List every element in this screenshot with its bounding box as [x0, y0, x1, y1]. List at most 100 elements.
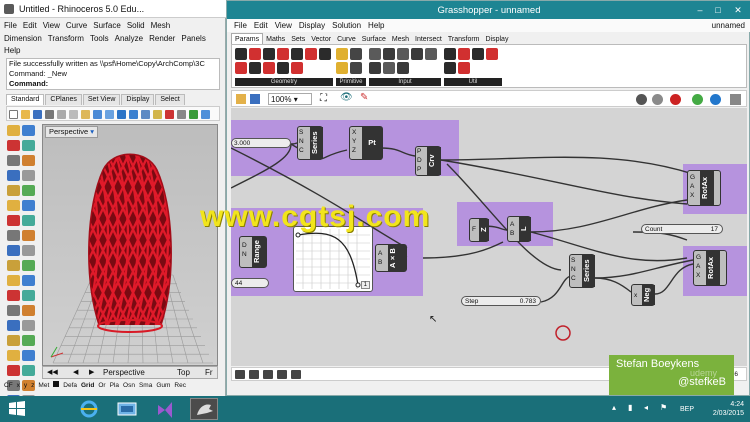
number-slider[interactable]: 3.000: [231, 138, 291, 148]
grasshopper-canvas[interactable]: 3.000 SNC Series XYZ Pt PDP Crv DN Range…: [231, 108, 747, 366]
status-grid-snap[interactable]: Grid: [81, 382, 94, 389]
rhino-menu-tools[interactable]: Tools: [90, 34, 109, 43]
rhino-menu-surface[interactable]: Surface: [93, 21, 121, 30]
print-icon[interactable]: [45, 110, 54, 119]
rhino-tool-icon[interactable]: [7, 365, 20, 376]
status-widget-icon[interactable]: [235, 370, 245, 379]
component-icon[interactable]: [369, 62, 381, 74]
rhino-tool-icon[interactable]: [22, 230, 35, 241]
component-icon[interactable]: [277, 62, 289, 74]
component-icon[interactable]: [336, 62, 348, 74]
rhino-tool-icon[interactable]: [22, 140, 35, 151]
rhino-tool-icon[interactable]: [22, 275, 35, 286]
rhino-menu-dimension[interactable]: Dimension: [4, 34, 42, 43]
component-icon[interactable]: [369, 48, 381, 60]
component-icon[interactable]: [336, 48, 348, 60]
component-icon[interactable]: [263, 62, 275, 74]
rhino-tool-icon[interactable]: [7, 125, 20, 136]
open-file-icon[interactable]: [236, 94, 246, 104]
component-icon[interactable]: [383, 62, 395, 74]
document-name[interactable]: unnamed: [712, 19, 745, 32]
undo-icon[interactable]: [93, 110, 102, 119]
status-record-history[interactable]: Rec: [174, 382, 186, 389]
component-icon[interactable]: [350, 48, 362, 60]
component-icon[interactable]: [319, 48, 331, 60]
close-icon[interactable]: ✕: [731, 4, 745, 16]
component-icon[interactable]: [277, 48, 289, 60]
start-windows-icon[interactable]: [6, 398, 34, 420]
unit-z-component[interactable]: F Z: [469, 218, 489, 242]
gh-menu-help[interactable]: Help: [368, 21, 384, 30]
range-component[interactable]: DN Range: [239, 236, 267, 268]
command-prompt[interactable]: Command:: [9, 79, 219, 89]
rhino-tool-icon[interactable]: [22, 170, 35, 181]
rhino-tool-icon[interactable]: [7, 245, 20, 256]
properties-icon[interactable]: [177, 110, 186, 119]
component-icon[interactable]: [444, 62, 456, 74]
gh-menu-edit[interactable]: Edit: [254, 21, 268, 30]
series-component[interactable]: SNC Series: [569, 254, 595, 288]
copy-icon[interactable]: [69, 110, 78, 119]
rhino-tool-icon[interactable]: [7, 350, 20, 361]
component-icon[interactable]: [305, 48, 317, 60]
rhino-tool-icon[interactable]: [7, 185, 20, 196]
graph-mapper[interactable]: 1: [293, 226, 373, 292]
rhino-tool-icon[interactable]: [22, 215, 35, 226]
preview-selected-icon[interactable]: [670, 94, 681, 105]
tab-top-viewport[interactable]: Top: [177, 368, 190, 377]
rhino-tool-icon[interactable]: [7, 290, 20, 301]
rhino-tool-icon[interactable]: [22, 365, 35, 376]
viewport-nav-next-icon[interactable]: ▶: [89, 368, 94, 376]
rhino-tool-icon[interactable]: [22, 155, 35, 166]
range-number-input[interactable]: 44: [231, 278, 269, 288]
gh-menu-file[interactable]: File: [234, 21, 247, 30]
status-layer[interactable]: Defa: [63, 382, 77, 389]
rhino-tool-icon[interactable]: [7, 170, 20, 181]
pan-icon[interactable]: [105, 110, 114, 119]
component-icon[interactable]: [472, 48, 484, 60]
rhino-tool-icon[interactable]: [22, 260, 35, 271]
document-preview-icon[interactable]: [692, 94, 703, 105]
rhino-menu-mesh[interactable]: Mesh: [151, 21, 171, 30]
zoom-extents-icon[interactable]: ⛶: [320, 94, 327, 104]
cut-icon[interactable]: [57, 110, 66, 119]
rhino-menu-solid[interactable]: Solid: [127, 21, 145, 30]
rhino-menu-file[interactable]: File: [4, 21, 17, 30]
tab-set-view[interactable]: Set View: [82, 94, 121, 105]
layer-icon[interactable]: [165, 110, 174, 119]
zoom-level-dropdown[interactable]: 100% ▾: [268, 93, 312, 105]
select-icon[interactable]: [153, 110, 162, 119]
status-widget-icon[interactable]: [263, 370, 273, 379]
count-slider[interactable]: Count 17: [641, 224, 723, 234]
rhino-tool-icon[interactable]: [22, 200, 35, 211]
rhino-tool-icon[interactable]: [22, 245, 35, 256]
new-file-icon[interactable]: [9, 110, 18, 119]
rotate-axis-component[interactable]: GAX RotAx: [687, 170, 721, 206]
maximize-icon[interactable]: □: [711, 4, 725, 16]
status-gumball[interactable]: Gum: [156, 382, 170, 389]
tray-network-icon[interactable]: ▮: [628, 403, 638, 413]
status-widget-icon[interactable]: [291, 370, 301, 379]
visual-studio-icon[interactable]: [154, 398, 182, 420]
rhino-taskbar-icon[interactable]: [190, 398, 218, 420]
zoom-extents-icon[interactable]: [141, 110, 150, 119]
component-icon[interactable]: [235, 48, 247, 60]
paste-icon[interactable]: [81, 110, 90, 119]
rhino-tool-icon[interactable]: [7, 215, 20, 226]
rhino-menu-analyze[interactable]: Analyze: [115, 34, 143, 43]
options-icon[interactable]: [201, 110, 210, 119]
rotate-view-icon[interactable]: [117, 110, 126, 119]
tab-front-viewport[interactable]: Fr: [205, 368, 213, 377]
series-component[interactable]: SNC Series: [297, 126, 323, 160]
multiplication-component[interactable]: AB A×B: [375, 244, 407, 272]
rhino-tool-icon[interactable]: [7, 335, 20, 346]
render-icon[interactable]: [189, 110, 198, 119]
tab-select[interactable]: Select: [155, 94, 185, 105]
preview-eye-icon[interactable]: 👁: [340, 93, 353, 103]
sketch-pen-icon[interactable]: ✎: [360, 93, 368, 103]
open-folder-icon[interactable]: [21, 110, 30, 119]
rotate-axis-component[interactable]: GAX RotAx: [693, 250, 727, 286]
tray-flag-icon[interactable]: ⚑: [660, 403, 670, 413]
status-ortho[interactable]: Or: [98, 382, 105, 389]
tray-expand-icon[interactable]: ▴: [612, 403, 622, 413]
